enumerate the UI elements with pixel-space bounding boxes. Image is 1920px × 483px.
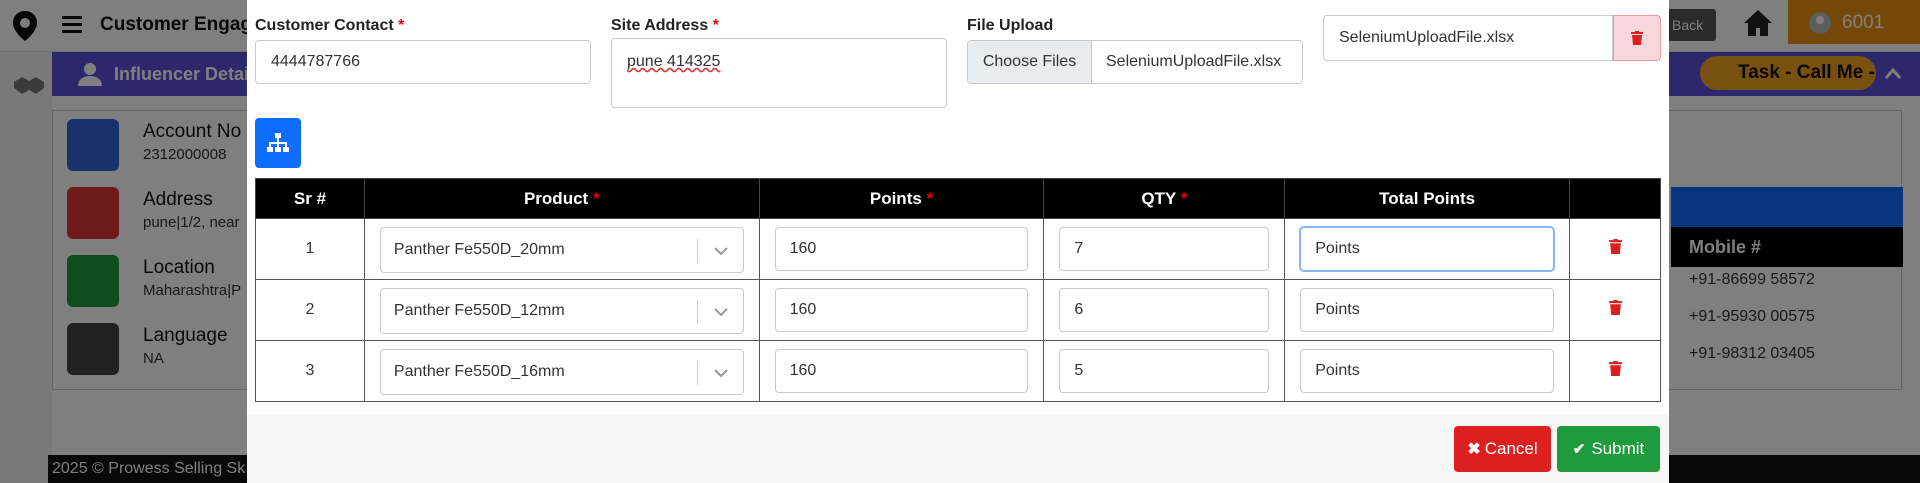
qty-input[interactable]: 7 [1059,227,1270,271]
add-row-button[interactable] [255,118,301,168]
row-qty-cell: 5 [1043,340,1286,402]
trash-icon [1631,31,1643,45]
table-row: 2 Panther Fe550D_12mm 160 6 Points [255,279,1661,341]
uploaded-file-name: SeleniumUploadFile.xlsx [1323,15,1613,61]
row-sr: 3 [255,340,365,402]
qty-input[interactable]: 6 [1059,288,1270,332]
points-input[interactable]: 160 [774,288,1029,332]
close-icon: ✖ [1467,441,1481,458]
customer-contact-input[interactable]: 4444787766 [255,40,591,84]
site-address-textarea[interactable]: pune 414325 [611,38,947,108]
cancel-button[interactable]: ✖ Cancel [1454,426,1551,472]
header-product: Product * [363,178,760,219]
file-upload-input[interactable]: Choose Files SeleniumUploadFile.xlsx [967,40,1303,84]
points-input[interactable]: 160 [774,227,1029,271]
order-modal: Customer Contact * 4444787766 Site Addre… [247,0,1669,483]
row-delete-cell [1569,279,1661,341]
delete-row-icon[interactable] [1608,361,1622,376]
row-product-cell: Panther Fe550D_12mm [363,279,760,341]
file-upload-filename: SeleniumUploadFile.xlsx [1106,53,1282,70]
product-table: Sr # Product * Points * QTY * Total Poin… [255,178,1661,402]
row-qty-cell: 7 [1043,218,1286,280]
total-points-input[interactable]: Points [1300,288,1555,332]
row-delete-cell [1569,340,1661,402]
row-total-cell: Points [1284,218,1571,280]
qty-input[interactable]: 5 [1059,349,1270,393]
file-upload-label: File Upload [967,17,1054,34]
header-points: Points * [758,178,1045,219]
row-qty-cell: 6 [1043,279,1286,341]
row-product-cell: Panther Fe550D_20mm [363,218,760,280]
choose-files-button[interactable]: Choose Files [968,41,1092,83]
product-select[interactable]: Panther Fe550D_12mm [379,288,744,334]
row-points-cell: 160 [758,218,1045,280]
header-actions [1569,178,1661,219]
total-points-input[interactable]: Points [1300,227,1555,271]
table-row: 3 Panther Fe550D_16mm 160 5 Points [255,340,1661,402]
customer-contact-label: Customer Contact * [255,17,405,34]
delete-row-icon[interactable] [1608,239,1622,254]
row-sr: 2 [255,279,365,341]
delete-row-icon[interactable] [1608,300,1622,315]
chevron-down-icon [713,369,728,378]
header-qty: QTY * [1043,178,1286,219]
product-select[interactable]: Panther Fe550D_20mm [379,227,744,273]
row-delete-cell [1569,218,1661,280]
submit-button[interactable]: ✔ Submit [1557,426,1660,472]
table-header-row: Sr # Product * Points * QTY * Total Poin… [255,178,1661,219]
row-points-cell: 160 [758,279,1045,341]
row-total-cell: Points [1284,340,1571,402]
row-points-cell: 160 [758,340,1045,402]
header-sr: Sr # [255,178,365,219]
header-total-points: Total Points [1284,178,1571,219]
product-select[interactable]: Panther Fe550D_16mm [379,349,744,395]
remove-file-button[interactable] [1613,15,1661,61]
points-input[interactable]: 160 [774,349,1029,393]
sitemap-icon [267,133,289,152]
table-row: 1 Panther Fe550D_20mm 160 7 Points [255,218,1661,280]
row-sr: 1 [255,218,365,280]
check-icon: ✔ [1572,441,1586,458]
chevron-down-icon [713,308,728,317]
site-address-label: Site Address * [611,17,719,34]
row-product-cell: Panther Fe550D_16mm [363,340,760,402]
chevron-down-icon [713,247,728,256]
total-points-input[interactable]: Points [1300,349,1555,393]
row-total-cell: Points [1284,279,1571,341]
